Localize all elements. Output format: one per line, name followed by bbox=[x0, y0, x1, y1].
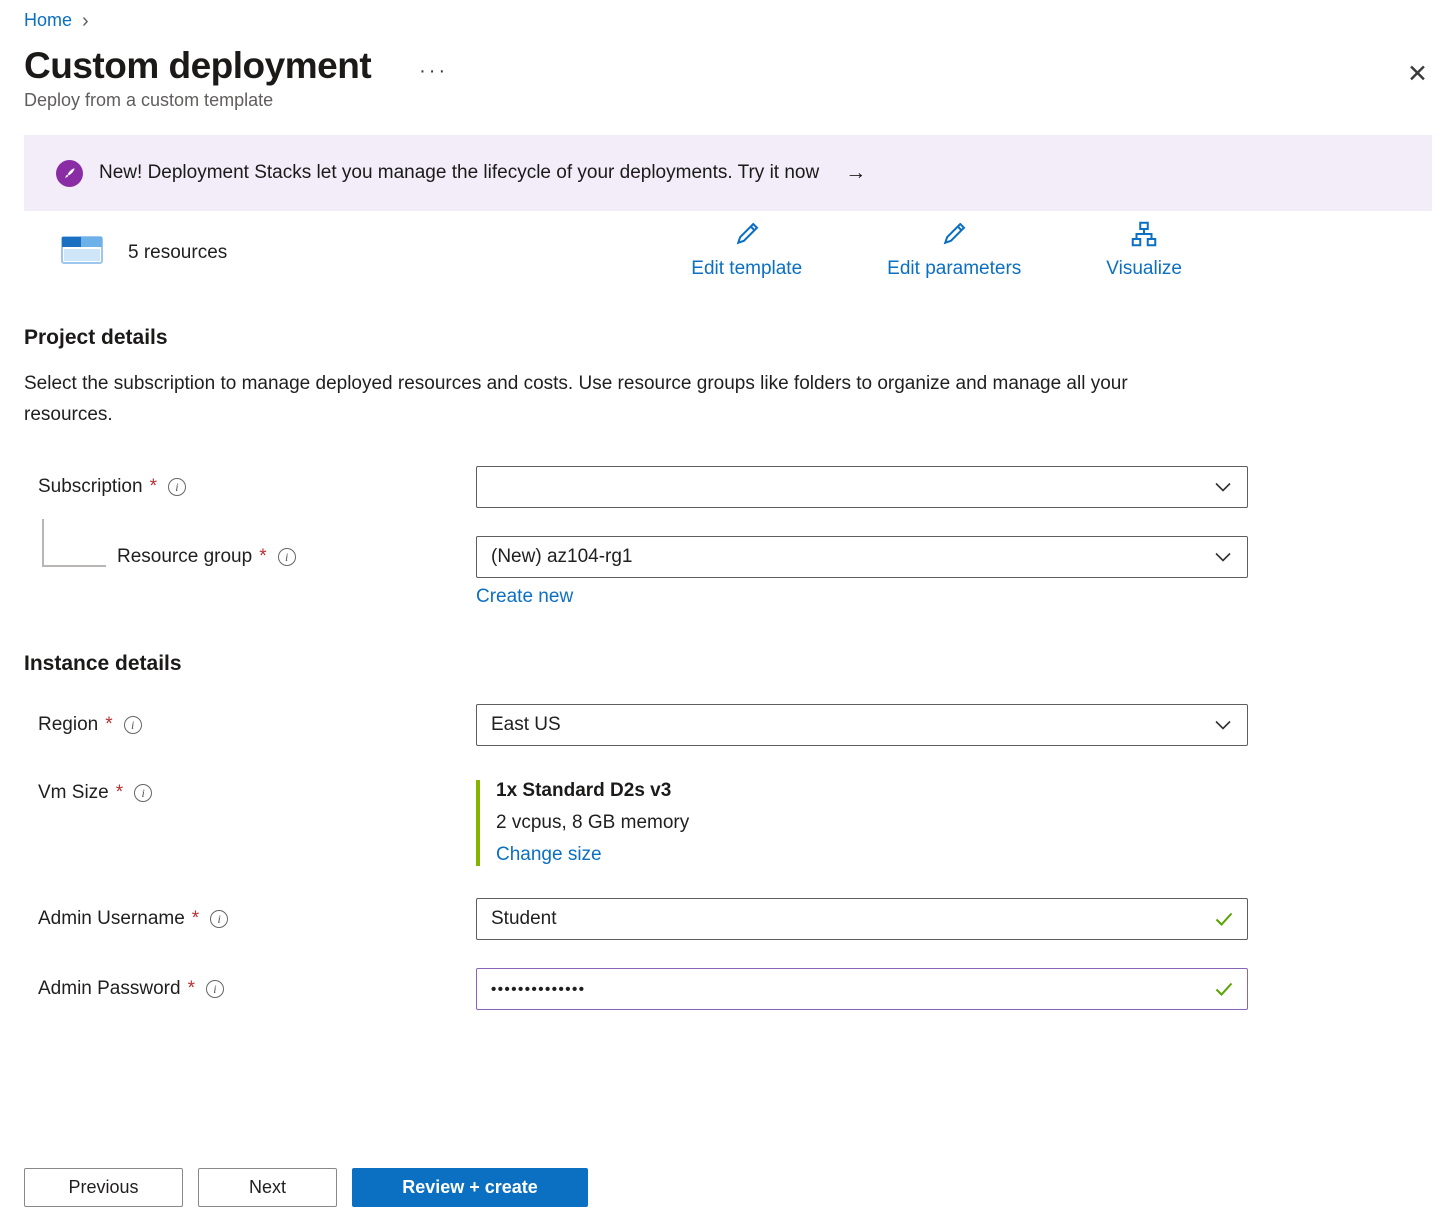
admin-password-value: •••••••••••••• bbox=[491, 981, 586, 998]
page-title: Custom deployment bbox=[24, 45, 371, 87]
region-row: Region * i East US bbox=[24, 704, 1432, 746]
admin-username-row: Admin Username * i Student bbox=[24, 898, 1432, 940]
admin-password-row: Admin Password * i •••••••••••••• bbox=[24, 968, 1432, 1010]
instance-details-heading: Instance details bbox=[24, 652, 1432, 676]
create-new-link[interactable]: Create new bbox=[476, 586, 573, 608]
breadcrumb: Home › bbox=[24, 8, 1432, 31]
template-icon bbox=[60, 231, 106, 274]
previous-button[interactable]: Previous bbox=[24, 1168, 183, 1207]
create-new-row: Create new bbox=[24, 586, 1432, 608]
close-icon[interactable]: ✕ bbox=[1407, 62, 1428, 87]
info-icon[interactable]: i bbox=[206, 980, 224, 998]
visualize-label: Visualize bbox=[1106, 258, 1182, 280]
info-icon[interactable]: i bbox=[278, 548, 296, 566]
next-button[interactable]: Next bbox=[198, 1168, 337, 1207]
resource-group-value: (New) az104-rg1 bbox=[491, 546, 633, 568]
admin-username-input[interactable]: Student bbox=[476, 898, 1248, 940]
breadcrumb-chevron-icon: › bbox=[82, 11, 89, 31]
vm-size-label-text: Vm Size bbox=[38, 782, 109, 804]
review-create-button[interactable]: Review + create bbox=[352, 1168, 588, 1207]
resource-group-row: Resource group * i (New) az104-rg1 bbox=[24, 536, 1432, 578]
required-asterisk: * bbox=[105, 714, 112, 736]
subscription-dropdown[interactable] bbox=[476, 466, 1248, 508]
vm-size-title: 1x Standard D2s v3 bbox=[496, 780, 1248, 802]
admin-password-input[interactable]: •••••••••••••• bbox=[476, 968, 1248, 1010]
resources-count: 5 resources bbox=[128, 242, 227, 264]
resource-group-label: Resource group * i bbox=[24, 546, 476, 568]
template-bar: 5 resources Edit template Edit parameter… bbox=[24, 219, 1432, 280]
template-actions: Edit template Edit parameters bbox=[691, 219, 1432, 280]
project-details-heading: Project details bbox=[24, 326, 1432, 350]
subscription-label: Subscription * i bbox=[24, 476, 476, 498]
admin-username-label-text: Admin Username bbox=[38, 908, 185, 930]
required-asterisk: * bbox=[192, 908, 199, 930]
chevron-down-icon bbox=[1215, 553, 1231, 562]
arrow-right-icon[interactable]: → bbox=[845, 161, 866, 185]
org-chart-icon bbox=[1129, 219, 1159, 255]
subscription-row: Subscription * i bbox=[24, 466, 1432, 508]
pencil-icon bbox=[732, 219, 762, 255]
edit-parameters-label: Edit parameters bbox=[887, 258, 1021, 280]
valid-check-icon bbox=[1215, 982, 1233, 996]
template-resources: 5 resources bbox=[24, 219, 227, 274]
page-subtitle: Deploy from a custom template bbox=[24, 90, 1432, 111]
pencil-icon bbox=[939, 219, 969, 255]
required-asterisk: * bbox=[259, 546, 266, 568]
region-label: Region * i bbox=[24, 714, 476, 736]
rocket-icon bbox=[56, 160, 83, 187]
resource-group-dropdown[interactable]: (New) az104-rg1 bbox=[476, 536, 1248, 578]
region-dropdown[interactable]: East US bbox=[476, 704, 1248, 746]
admin-username-label: Admin Username * i bbox=[24, 908, 476, 930]
custom-deployment-page: Home › Custom deployment ··· ✕ Deploy fr… bbox=[0, 0, 1456, 1219]
resource-group-label-text: Resource group bbox=[117, 546, 252, 568]
banner-message[interactable]: New! Deployment Stacks let you manage th… bbox=[99, 162, 819, 184]
info-icon[interactable]: i bbox=[124, 716, 142, 734]
region-label-text: Region bbox=[38, 714, 98, 736]
footer-actions: Previous Next Review + create bbox=[24, 1168, 588, 1207]
info-icon[interactable]: i bbox=[168, 478, 186, 496]
info-icon[interactable]: i bbox=[210, 910, 228, 928]
deployment-stacks-banner: New! Deployment Stacks let you manage th… bbox=[24, 135, 1432, 211]
chevron-down-icon bbox=[1215, 483, 1231, 492]
vm-size-row: Vm Size * i 1x Standard D2s v3 2 vcpus, … bbox=[24, 780, 1432, 866]
visualize-button[interactable]: Visualize bbox=[1106, 219, 1182, 280]
subscription-label-text: Subscription bbox=[38, 476, 143, 498]
valid-check-icon bbox=[1215, 912, 1233, 926]
tree-connector-line bbox=[42, 519, 106, 567]
vm-size-selection: 1x Standard D2s v3 2 vcpus, 8 GB memory … bbox=[476, 780, 1248, 866]
breadcrumb-home-link[interactable]: Home bbox=[24, 10, 72, 31]
vm-size-label: Vm Size * i bbox=[24, 780, 476, 804]
edit-template-button[interactable]: Edit template bbox=[691, 219, 802, 280]
vm-size-detail: 2 vcpus, 8 GB memory bbox=[496, 812, 1248, 834]
more-options-icon[interactable]: ··· bbox=[419, 50, 448, 83]
change-size-link[interactable]: Change size bbox=[496, 844, 1248, 866]
admin-password-label: Admin Password * i bbox=[24, 978, 476, 1000]
info-icon[interactable]: i bbox=[134, 784, 152, 802]
page-header: Custom deployment ··· bbox=[24, 45, 1432, 87]
edit-parameters-button[interactable]: Edit parameters bbox=[887, 219, 1021, 280]
project-details-description: Select the subscription to manage deploy… bbox=[24, 368, 1184, 430]
required-asterisk: * bbox=[116, 782, 123, 804]
chevron-down-icon bbox=[1215, 721, 1231, 730]
admin-password-label-text: Admin Password bbox=[38, 978, 181, 1000]
edit-template-label: Edit template bbox=[691, 258, 802, 280]
required-asterisk: * bbox=[188, 978, 195, 1000]
region-value: East US bbox=[491, 714, 561, 736]
required-asterisk: * bbox=[150, 476, 157, 498]
admin-username-value: Student bbox=[491, 908, 557, 930]
